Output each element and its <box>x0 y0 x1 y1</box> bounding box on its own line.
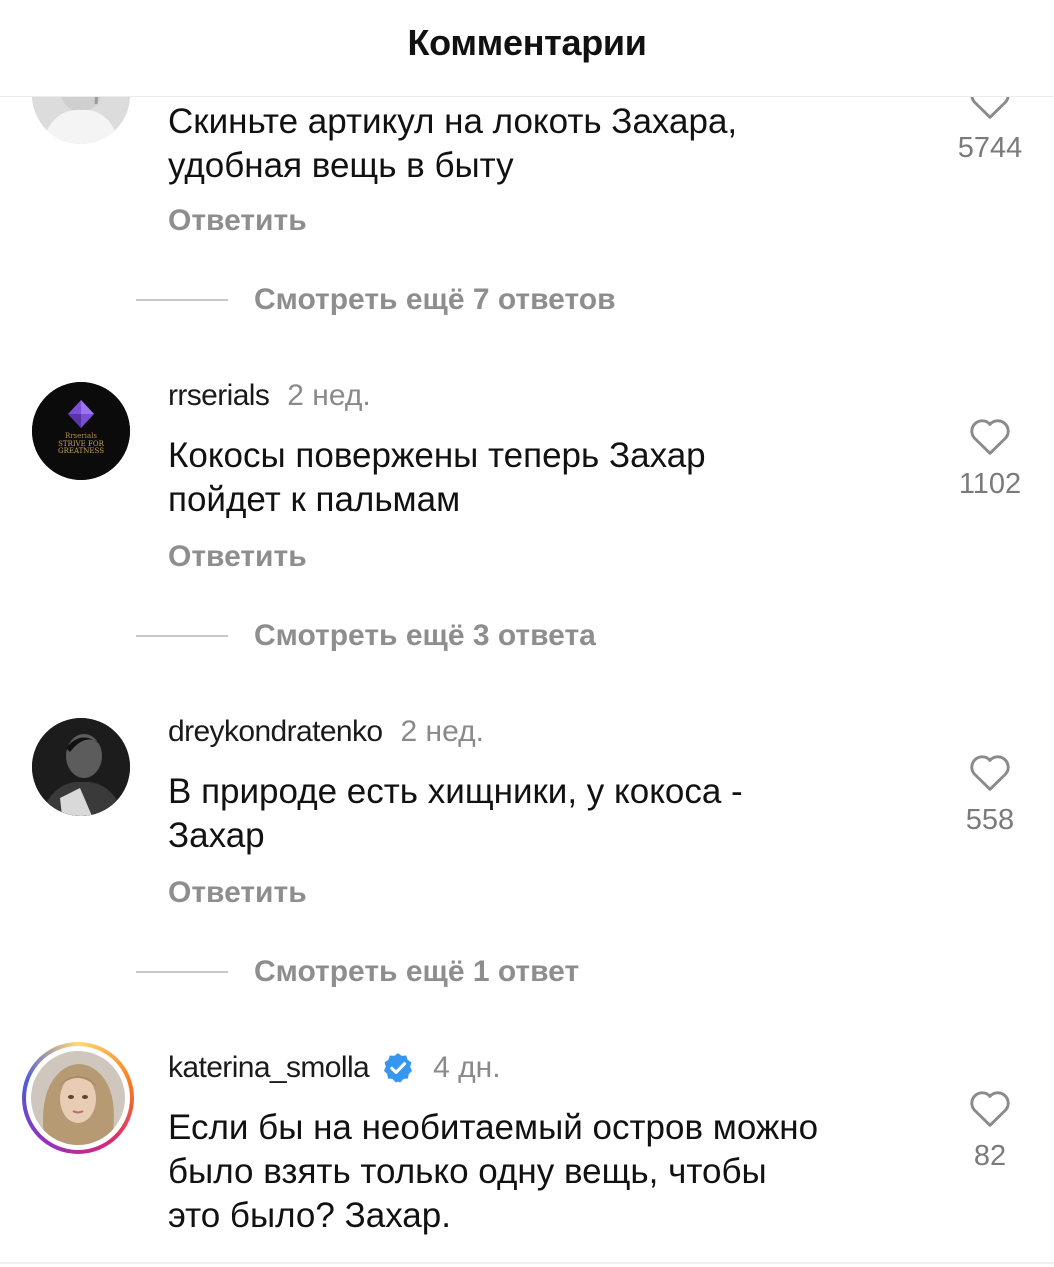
bottom-divider <box>0 1262 1054 1264</box>
replies-divider <box>136 971 228 973</box>
comment-text: Если бы на необитаемый остров можно было… <box>168 1106 928 1238</box>
like-count: 558 <box>965 804 1015 836</box>
comment-header: rrserials 2 нед. <box>168 376 371 416</box>
comment-text: Скиньте артикул на локоть Захара, удобна… <box>168 100 928 188</box>
page-title: Комментарии <box>407 22 647 63</box>
view-more-replies-label: Смотреть ещё 3 ответа <box>254 619 596 652</box>
comment-text-line: удобная вещь в быту <box>168 146 514 185</box>
like-count: 1102 <box>958 468 1022 500</box>
header: Комментарии <box>0 0 1054 97</box>
comment-text-line: пойдет к пальмам <box>168 480 461 519</box>
replies-divider <box>136 635 228 637</box>
view-more-replies[interactable]: Смотреть ещё 1 ответ <box>136 952 579 992</box>
comment-text-line: В природе есть хищники, у кокоса - <box>168 772 743 811</box>
heart-outline-icon <box>970 1091 1010 1127</box>
comment-time: 2 нед. <box>287 379 371 412</box>
comment-text-line: было взять только одну вещь, чтобы <box>168 1152 767 1191</box>
comment-text-line: Скиньте артикул на локоть Захара, <box>168 102 738 141</box>
view-more-replies-label: Смотреть ещё 7 ответов <box>254 283 616 316</box>
story-ring-photo-avatar <box>31 1051 125 1145</box>
comment-time: 4 дн. <box>433 1051 501 1084</box>
reply-button[interactable]: Ответить <box>168 876 307 910</box>
comment-text-line: Если бы на необитаемый остров можно <box>168 1108 819 1147</box>
view-more-replies[interactable]: Смотреть ещё 7 ответов <box>136 280 616 320</box>
comment-text: Кокосы повержены теперь Захар пойдет к п… <box>168 434 928 522</box>
comment-header: dreykondratenko 2 нед. <box>168 712 484 752</box>
heart-outline-icon <box>970 419 1010 455</box>
comment-time: 2 нед. <box>400 715 484 748</box>
avatar[interactable] <box>32 718 130 816</box>
like-button[interactable]: 558 <box>950 752 1030 837</box>
username[interactable]: rrserials <box>168 379 270 413</box>
like-button[interactable]: 82 <box>950 1088 1030 1173</box>
comment-header: katerina_smolla 4 дн. <box>168 1048 501 1088</box>
reply-button[interactable]: Ответить <box>168 540 307 574</box>
like-button[interactable]: 1102 <box>950 416 1030 501</box>
avatar <box>31 1051 125 1145</box>
comment-text: В природе есть хищники, у кокоса - Захар <box>168 770 928 858</box>
username[interactable]: dreykondratenko <box>168 715 383 749</box>
avatar-brand-text: Rrserials <box>65 432 97 440</box>
view-more-replies-label: Смотреть ещё 1 ответ <box>254 955 580 988</box>
rrserials-logo-avatar: Rrserials STRIVE FOR GREATNESS <box>32 382 130 480</box>
reply-button[interactable]: Ответить <box>168 204 307 238</box>
comment-text-line: это было? Захар. <box>168 1196 451 1235</box>
comment-text-line: Кокосы повержены теперь Захар <box>168 436 706 475</box>
comments-list: Скиньте артикул на локоть Захара, удобна… <box>0 0 1054 1267</box>
view-more-replies[interactable]: Смотреть ещё 3 ответа <box>136 616 596 656</box>
story-ring[interactable] <box>22 1042 134 1154</box>
like-count: 5744 <box>957 132 1023 164</box>
username[interactable]: katerina_smolla <box>168 1051 370 1085</box>
avatar-brand-text: GREATNESS <box>58 447 104 455</box>
verified-badge-icon <box>381 1051 415 1085</box>
heart-outline-icon <box>970 755 1010 791</box>
user-photo-avatar <box>32 718 130 816</box>
like-count: 82 <box>973 1140 1007 1172</box>
replies-divider <box>136 299 228 301</box>
comment-text-line: Захар <box>168 816 265 855</box>
avatar[interactable]: Rrserials STRIVE FOR GREATNESS <box>32 382 130 480</box>
